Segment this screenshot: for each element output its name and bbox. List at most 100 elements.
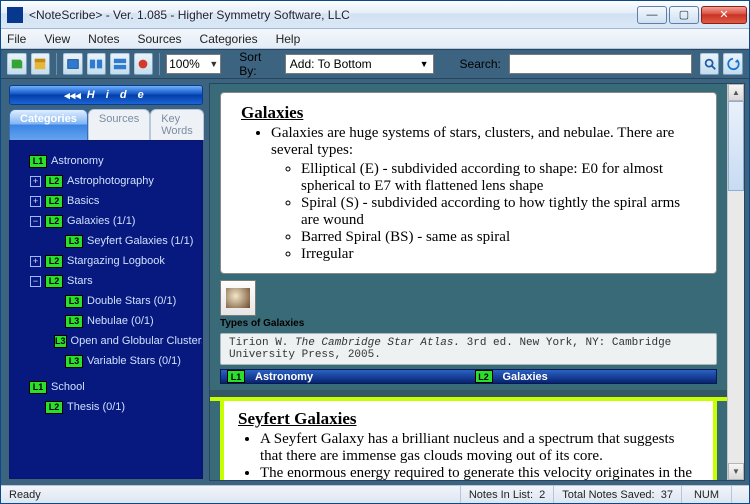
scroll-thumb[interactable] <box>728 101 744 191</box>
main: ◂◂◂ H i d e Categories Sources Key Words… <box>1 79 749 485</box>
app-window: <NoteScribe> - Ver. 1.085 - Higher Symme… <box>0 0 750 504</box>
tree-twisty[interactable]: − <box>30 276 41 287</box>
level-badge: L2 <box>475 370 493 383</box>
search-input[interactable] <box>509 54 692 74</box>
level-badge: L1 <box>29 155 47 168</box>
level-badge: L1 <box>227 370 245 383</box>
toolbar-btn-3[interactable] <box>63 53 83 75</box>
menu-view[interactable]: View <box>42 30 72 48</box>
level-badge: L2 <box>45 195 63 208</box>
menu-file[interactable]: File <box>5 30 28 48</box>
note-card-seyfert: Seyfert Galaxies A Seyfert Galaxy has a … <box>220 401 717 480</box>
toolbar-btn-2[interactable] <box>31 53 51 75</box>
tab-keywords[interactable]: Key Words <box>150 109 204 140</box>
tab-sources[interactable]: Sources <box>88 109 150 140</box>
tree-node[interactable]: −L2Stars <box>10 271 202 291</box>
attachment-label: Types of Galaxies <box>220 318 717 329</box>
toolbar-btn-5[interactable] <box>110 53 130 75</box>
menu-categories[interactable]: Categories <box>198 30 260 48</box>
tree-node[interactable]: L1 Astronomy <box>10 151 202 171</box>
scroll-down-button[interactable]: ▼ <box>728 463 744 480</box>
menu-sources[interactable]: Sources <box>136 30 184 48</box>
tree-twisty[interactable]: + <box>30 256 41 267</box>
maximize-button[interactable]: ▢ <box>669 6 699 24</box>
toolbar-sep-2 <box>159 53 160 75</box>
resize-grip[interactable] <box>731 486 749 503</box>
tree-node[interactable]: + L2 Astrophotography <box>10 171 202 191</box>
app-icon <box>7 7 23 23</box>
breadcrumb-galaxies[interactable]: L2 Galaxies <box>469 370 717 383</box>
status-notes-in-list: Notes In List: 2 <box>460 486 553 503</box>
tree-label: Open and Globular Clusters (0/1) <box>71 335 203 347</box>
tree-node[interactable]: L2 Thesis (0/1) <box>10 397 202 417</box>
level-badge: L2 <box>45 401 63 414</box>
content-area: Galaxies Galaxies are huge systems of st… <box>209 83 745 481</box>
tree-twisty[interactable]: + <box>30 196 41 207</box>
zoom-value: 100% <box>169 57 200 71</box>
zoom-select[interactable]: 100% ▼ <box>166 54 221 74</box>
tree-label: Seyfert Galaxies (1/1) <box>87 235 193 247</box>
level-badge: L2 <box>45 255 63 268</box>
breadcrumb-astronomy[interactable]: L1 Astronomy <box>221 370 469 383</box>
scroll-up-button[interactable]: ▲ <box>728 84 744 101</box>
sidebar-tabs: Categories Sources Key Words <box>9 109 203 140</box>
tab-categories[interactable]: Categories <box>9 109 88 140</box>
tree-label: School <box>51 381 85 393</box>
tree-node[interactable]: L3Open and Globular Clusters (0/1) <box>10 331 202 351</box>
tree-node[interactable]: L3Variable Stars (0/1) <box>10 351 202 371</box>
sort-label: Sort By: <box>235 50 280 78</box>
minimize-button[interactable]: — <box>637 6 667 24</box>
thumbnail-image <box>226 288 250 308</box>
tree-node[interactable]: +L2Stargazing Logbook <box>10 251 202 271</box>
status-ready: Ready <box>1 486 460 503</box>
toolbar-sep-1 <box>56 53 57 75</box>
close-button[interactable]: ✕ <box>701 6 747 24</box>
chevron-down-icon: ▼ <box>209 59 218 69</box>
tree-label: Thesis (0/1) <box>67 401 125 413</box>
note-bullet: Barred Spiral (BS) - same as spiral <box>301 229 696 246</box>
category-tree[interactable]: L1 Astronomy + L2 Astrophotography + L2 Basics −… <box>9 140 203 479</box>
tree-label: Astrophotography <box>67 175 154 187</box>
tree-label: Galaxies (1/1) <box>67 215 135 227</box>
tree-label: Nebulae (0/1) <box>87 315 154 327</box>
level-badge: L1 <box>29 381 47 394</box>
level-badge: L2 <box>45 215 63 228</box>
tree-twisty[interactable]: − <box>30 216 41 227</box>
toolbar-refresh[interactable] <box>723 53 743 75</box>
tree-twisty[interactable]: + <box>30 176 41 187</box>
scrollbar-vertical[interactable]: ▲ ▼ <box>727 84 744 480</box>
menu-notes[interactable]: Notes <box>86 30 121 48</box>
toolbar-btn-1[interactable] <box>7 53 27 75</box>
scroll-track[interactable] <box>728 191 744 463</box>
titlebar: <NoteScribe> - Ver. 1.085 - Higher Symme… <box>1 1 749 29</box>
tree-node[interactable]: L3 Seyfert Galaxies (1/1) <box>10 231 202 251</box>
menu-help[interactable]: Help <box>274 30 303 48</box>
note-bullet: Irregular <box>301 246 696 263</box>
level-badge: L3 <box>65 235 83 248</box>
sidebar-hide-label: H i d e <box>87 89 148 101</box>
note-bullet: Spiral (S) - subdivided according to how… <box>301 195 696 229</box>
tree-label: Basics <box>67 195 99 207</box>
window-title: <NoteScribe> - Ver. 1.085 - Higher Symme… <box>29 8 637 22</box>
tree-node[interactable]: −L2 Galaxies (1/1) <box>10 211 202 231</box>
level-badge: L2 <box>45 175 63 188</box>
level-badge: L2 <box>45 275 63 288</box>
note-separator <box>210 390 727 401</box>
toolbar-btn-4[interactable] <box>87 53 107 75</box>
menubar: File View Notes Sources Categories Help <box>1 29 749 49</box>
tree-label: Astronomy <box>51 155 104 167</box>
tree-node[interactable]: L3Double Stars (0/1) <box>10 291 202 311</box>
tree-label: Double Stars (0/1) <box>87 295 176 307</box>
toolbar-search-go[interactable] <box>700 53 720 75</box>
tree-node[interactable]: L3Nebulae (0/1) <box>10 311 202 331</box>
status-total-saved: Total Notes Saved: 37 <box>553 486 681 503</box>
tree-node[interactable]: + L2 Basics <box>10 191 202 211</box>
tree-node[interactable]: L1 School <box>10 377 202 397</box>
sidebar-hide-button[interactable]: ◂◂◂ H i d e <box>9 85 203 105</box>
breadcrumb-bar: L1 Astronomy L2 Galaxies <box>220 369 717 384</box>
toolbar: 100% ▼ Sort By: Add: To Bottom ▼ Search: <box>1 49 749 79</box>
sort-select[interactable]: Add: To Bottom ▼ <box>285 54 434 74</box>
note-card-galaxies: Galaxies Galaxies are huge systems of st… <box>220 92 717 274</box>
attachment-thumb[interactable] <box>220 280 256 316</box>
toolbar-btn-6[interactable] <box>134 53 154 75</box>
